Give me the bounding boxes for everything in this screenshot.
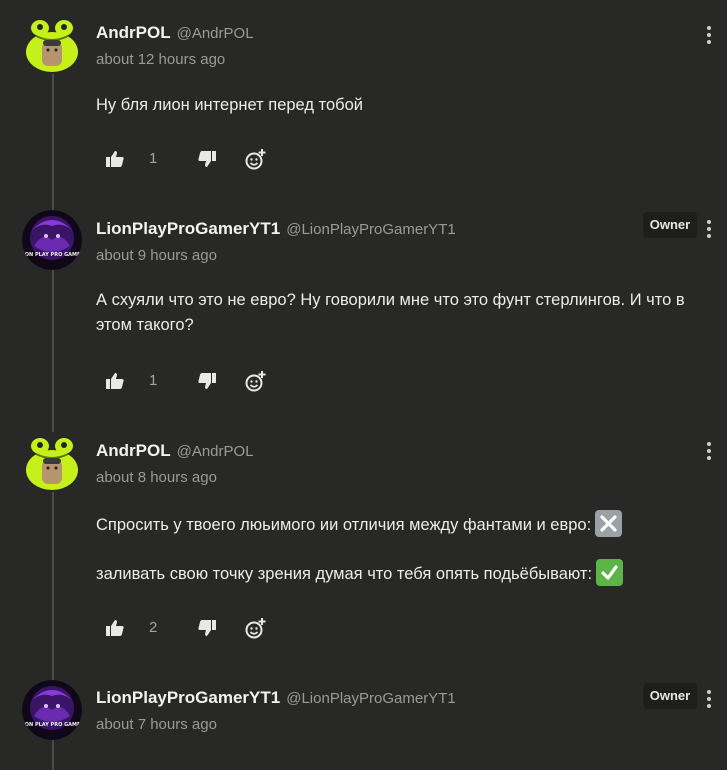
more-options-icon[interactable] [702, 688, 716, 710]
add-reaction-button[interactable] [245, 147, 267, 171]
more-options-icon[interactable] [702, 218, 716, 240]
add-reaction-icon[interactable] [245, 617, 267, 639]
thumbs-up-icon[interactable] [106, 151, 124, 167]
check-mark-emoji [596, 559, 624, 586]
avatar[interactable] [22, 14, 82, 74]
cross-mark-emoji [595, 510, 623, 537]
like-button[interactable] [106, 616, 124, 640]
like-button[interactable] [106, 147, 124, 171]
comment-text-line: заливать свою точку зрения думая что теб… [96, 559, 696, 588]
comment-text: Спросить у твоего люьимого ии отличия ме… [96, 515, 592, 534]
dislike-button[interactable] [198, 369, 216, 393]
comment-text: заливать свою точку зрения думая что теб… [96, 564, 593, 583]
comment-author[interactable]: AndrPOL @AndrPOL [96, 23, 254, 43]
like-count: 1 [149, 150, 158, 167]
svg-text:LION PLAY PRO GAMER: LION PLAY PRO GAMER [22, 722, 82, 728]
author-name[interactable]: LionPlayProGamerYT1 [96, 219, 280, 238]
author-name[interactable]: AndrPOL [96, 23, 171, 42]
owner-badge: Owner [643, 212, 697, 238]
add-reaction-icon[interactable] [245, 370, 267, 392]
svg-text:LION PLAY PRO GAMER: LION PLAY PRO GAMER [22, 252, 82, 258]
thumbs-up-icon[interactable] [106, 373, 124, 389]
owner-badge: Owner [643, 683, 697, 709]
like-count: 1 [149, 372, 158, 389]
comment-author[interactable]: LionPlayProGamerYT1 @LionPlayProGamerYT1 [96, 219, 456, 239]
author-name[interactable]: AndrPOL [96, 441, 171, 460]
dislike-button[interactable] [198, 147, 216, 171]
comment-author[interactable]: LionPlayProGamerYT1 @LionPlayProGamerYT1 [96, 688, 456, 708]
thumbs-down-icon[interactable] [198, 620, 216, 636]
avatar[interactable]: LION PLAY PRO GAMER [22, 680, 82, 740]
author-handle[interactable]: @AndrPOL [177, 443, 254, 460]
add-reaction-icon[interactable] [245, 148, 267, 170]
comment-timestamp: about 8 hours ago [96, 469, 217, 486]
comment-timestamp: about 7 hours ago [96, 716, 217, 733]
comment-text: Ну бля лион интернет перед тобой [96, 96, 363, 114]
like-button[interactable] [106, 369, 124, 393]
comment-text-line: Спросить у твоего люьимого ии отличия ме… [96, 510, 696, 539]
add-reaction-button[interactable] [245, 616, 267, 640]
comment-timestamp: about 12 hours ago [96, 51, 226, 68]
more-options-icon[interactable] [702, 440, 716, 462]
author-handle[interactable]: @LionPlayProGamerYT1 [286, 221, 455, 238]
dislike-button[interactable] [198, 616, 216, 640]
avatar[interactable] [22, 432, 82, 492]
thumbs-down-icon[interactable] [198, 151, 216, 167]
comment-timestamp: about 9 hours ago [96, 247, 217, 264]
thumbs-up-icon[interactable] [106, 620, 124, 636]
comment-text: А схуяли что это не евро? Ну говорили мн… [96, 291, 685, 334]
author-handle[interactable]: @LionPlayProGamerYT1 [286, 690, 455, 707]
thumbs-down-icon[interactable] [198, 373, 216, 389]
thread-line [52, 70, 54, 770]
like-count: 2 [149, 619, 158, 636]
more-options-icon[interactable] [702, 24, 716, 46]
avatar[interactable]: LION PLAY PRO GAMER [22, 210, 82, 270]
author-name[interactable]: LionPlayProGamerYT1 [96, 688, 280, 707]
author-handle[interactable]: @AndrPOL [177, 25, 254, 42]
comment-author[interactable]: AndrPOL @AndrPOL [96, 441, 254, 461]
add-reaction-button[interactable] [245, 369, 267, 393]
